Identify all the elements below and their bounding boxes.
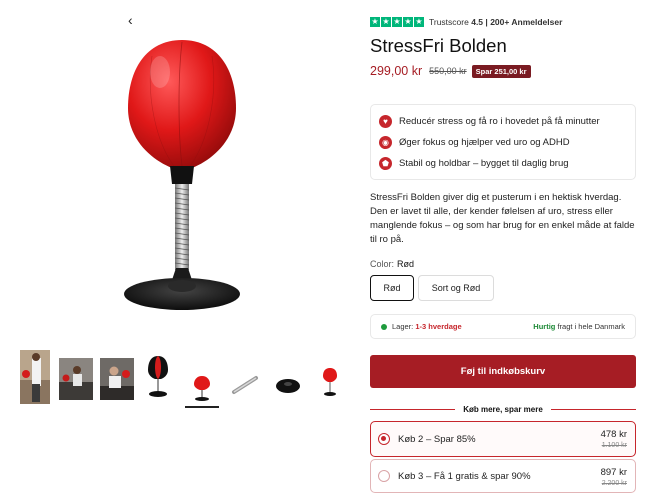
thumb-spring-rod[interactable]: [230, 350, 264, 408]
shield-icon: ⬟: [379, 157, 392, 170]
star-icon: ★: [370, 17, 380, 27]
rating-score: 4.5: [471, 17, 484, 27]
review-count: 200+ Anmeldelser: [490, 17, 563, 27]
thumb-person-punching-1[interactable]: [20, 350, 54, 408]
thumb-suction-base[interactable]: [273, 350, 307, 408]
thumb-red-ball[interactable]: [185, 350, 219, 408]
price-row: 299,00 kr 550,00 kr Spar 251,00 kr: [370, 64, 531, 78]
trustpilot-rating[interactable]: ★ ★ ★ ★ ★ Trustscore 4.5 | 200+ Anmeldel…: [370, 15, 562, 29]
bundle-old-price: 1.100 kr: [601, 442, 627, 449]
benefit-text: Stabil og holdbar – bygget til daglig br…: [399, 158, 569, 169]
divider: [370, 408, 456, 410]
stock-value: 1-3 hverdage: [415, 322, 462, 331]
bundle-price: 478 kr: [600, 429, 627, 440]
bundle-old-price: 2.200 kr: [601, 480, 627, 487]
color-selected-value: Rød: [397, 259, 415, 269]
bundle-option-buy-2[interactable]: Køb 2 – Spar 85% 478 kr 1.100 kr: [370, 421, 636, 457]
add-to-cart-button[interactable]: Føj til indkøbskurv: [370, 355, 636, 388]
star-icon: ★: [414, 17, 424, 27]
rating-separator: |: [485, 17, 488, 27]
chevron-left-icon[interactable]: ‹: [128, 13, 133, 27]
shipping-strong: Hurtig: [533, 322, 556, 331]
bundle-heading-text: Køb mere, spar mere: [463, 404, 543, 414]
thumb-man-at-desk[interactable]: [100, 350, 134, 408]
star-rating: ★ ★ ★ ★ ★: [370, 17, 424, 27]
product-gallery: ‹: [0, 0, 352, 500]
variant-option-rod[interactable]: Rød: [370, 275, 414, 301]
rating-text: Trustscore 4.5 | 200+ Anmeldelser: [429, 17, 562, 27]
bundle-label: Køb 2 – Spar 85%: [398, 434, 476, 445]
bundle-price: 897 kr: [600, 467, 627, 478]
radio-button-selected[interactable]: [378, 433, 390, 445]
shipping-text: Hurtig fragt i hele Danmark: [533, 322, 625, 331]
brain-icon: ◉: [379, 136, 392, 149]
star-icon: ★: [392, 17, 402, 27]
savings-badge: Spar 251,00 kr: [471, 64, 531, 78]
stock-label: Lager:: [392, 322, 414, 331]
rating-label: Trustscore: [429, 17, 469, 27]
star-icon: ★: [381, 17, 391, 27]
variant-option-sort-og-rod[interactable]: Sort og Rød: [418, 275, 494, 301]
stock-info: Lager: 1-3 hverdage Hurtig fragt i hele …: [370, 314, 636, 339]
product-title: StressFri Bolden: [370, 35, 507, 56]
heart-icon: ♥: [379, 115, 392, 128]
product-description: StressFri Bolden giver dig et pusterum i…: [370, 192, 635, 245]
current-price: 299,00 kr: [370, 64, 423, 78]
thumb-red-ball-small[interactable]: [318, 350, 352, 408]
stock-status-dot: [381, 323, 387, 330]
benefit-text: Øger fokus og hjælper ved uro og ADHD: [399, 137, 570, 148]
benefit-item: ◉ Øger fokus og hjælper ved uro og ADHD: [379, 136, 570, 149]
thumbnail-strip: [20, 350, 346, 410]
benefit-item: ⬟ Stabil og holdbar – bygget til daglig …: [379, 157, 569, 170]
star-icon: ★: [403, 17, 413, 27]
color-label-text: Color:: [370, 259, 395, 269]
benefits-box: ♥ Reducér stress og få ro i hovedet på f…: [370, 104, 636, 180]
thumb-black-red-ball[interactable]: [146, 350, 180, 408]
main-product-image: [112, 36, 252, 318]
radio-button[interactable]: [378, 470, 390, 482]
benefit-text: Reducér stress og få ro i hovedet på få …: [399, 116, 600, 127]
bundle-heading: Køb mere, spar mere: [370, 402, 636, 416]
color-label: Color: Rød: [370, 259, 414, 269]
old-price: 550,00 kr: [429, 66, 467, 76]
stock-text: Lager: 1-3 hverdage: [392, 322, 462, 331]
benefit-item: ♥ Reducér stress og få ro i hovedet på f…: [379, 115, 600, 128]
shipping-rest: fragt i hele Danmark: [557, 322, 625, 331]
divider: [550, 408, 636, 410]
thumb-man-office-couch[interactable]: [59, 350, 93, 408]
bundle-option-buy-3[interactable]: Køb 3 – Få 1 gratis & spar 90% 897 kr 2.…: [370, 459, 636, 493]
bundle-label: Køb 3 – Få 1 gratis & spar 90%: [398, 471, 531, 482]
